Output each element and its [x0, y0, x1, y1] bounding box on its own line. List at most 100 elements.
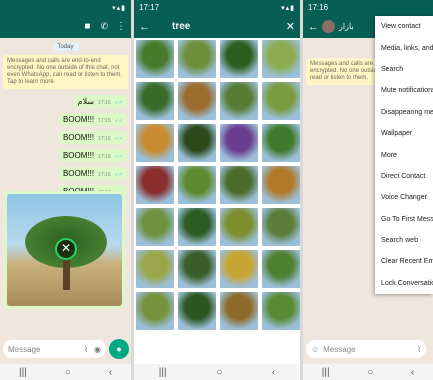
- tree-image-thumbnail[interactable]: [220, 166, 258, 204]
- message-bubble[interactable]: BOOM!!!17:16✓✓: [58, 149, 127, 162]
- menu-item[interactable]: Search: [375, 59, 433, 80]
- tree-image-thumbnail[interactable]: [178, 40, 216, 78]
- read-receipt-icon: ✓✓: [114, 154, 123, 160]
- close-icon[interactable]: ✕: [286, 20, 295, 33]
- video-call-icon[interactable]: ■: [84, 21, 90, 32]
- tree-image-thumbnail[interactable]: [220, 250, 258, 288]
- message-bubble[interactable]: سلام 17:15 ✓✓: [73, 95, 127, 108]
- emoji-icon[interactable]: ☺: [311, 345, 319, 354]
- image-message[interactable]: ✕: [4, 191, 125, 309]
- chat-screen: ▾▴▮ ■ ✆ ⋮ Today Messages and calls are e…: [0, 0, 131, 380]
- menu-item[interactable]: Lock Conversation: [375, 273, 433, 294]
- tree-image-thumbnail[interactable]: [136, 166, 174, 204]
- paperclip-icon[interactable]: ⌇: [417, 345, 421, 354]
- message-list: سلام 17:15 ✓✓ BOOM!!! 17:15 ✓✓ BOOM!!! 17:16 ✓✓ B…: [0, 95, 131, 198]
- tree-image-thumbnail[interactable]: [178, 208, 216, 246]
- compose-input[interactable]: Message: [8, 345, 40, 354]
- tree-image-thumbnail[interactable]: [262, 82, 300, 120]
- nav-recents-icon[interactable]: |||: [19, 367, 27, 378]
- nav-home-icon[interactable]: ○: [65, 367, 71, 378]
- nav-bar: ||| ○ ‹: [303, 364, 433, 380]
- encryption-notice[interactable]: Messages and calls are end-to-end encryp…: [3, 55, 128, 89]
- nav-back-icon[interactable]: ‹: [272, 367, 275, 378]
- tree-image-thumbnail[interactable]: [136, 124, 174, 162]
- status-bar: ▾▴▮: [0, 0, 131, 15]
- tree-image-thumbnail[interactable]: [220, 82, 258, 120]
- tree-image-thumbnail[interactable]: [262, 250, 300, 288]
- message-bubble[interactable]: BOOM!!!17:16✓✓: [58, 131, 127, 144]
- menu-item[interactable]: Search web: [375, 230, 433, 251]
- tree-image-thumbnail[interactable]: [262, 124, 300, 162]
- menu-item[interactable]: Clear Recent Emojis: [375, 251, 433, 272]
- message-text: BOOM!!!: [62, 151, 95, 160]
- compose-bar[interactable]: Message ⌇ ◉: [3, 340, 106, 358]
- menu-item[interactable]: View contact: [375, 16, 433, 37]
- menu-item[interactable]: More: [375, 144, 433, 165]
- menu-item[interactable]: Wallpaper: [375, 123, 433, 144]
- compose-input[interactable]: Message: [323, 345, 355, 354]
- tree-image-thumbnail[interactable]: [136, 40, 174, 78]
- image-results-grid: [134, 38, 300, 330]
- message-bubble[interactable]: BOOM!!!17:16✓✓: [58, 167, 127, 180]
- menu-item[interactable]: Mute notifications: [375, 80, 433, 101]
- tree-image-thumbnail[interactable]: [220, 124, 258, 162]
- message-time: 17:15: [98, 118, 111, 124]
- more-vertical-icon[interactable]: ⋮: [116, 21, 126, 32]
- menu-item[interactable]: Voice Changer: [375, 187, 433, 208]
- tree-image-thumbnail[interactable]: [262, 166, 300, 204]
- read-receipt-icon: ✓✓: [114, 136, 123, 142]
- avatar[interactable]: [322, 20, 335, 33]
- contact-name[interactable]: بازار: [339, 22, 354, 31]
- tree-image-thumbnail[interactable]: [220, 208, 258, 246]
- tree-image-thumbnail[interactable]: [178, 166, 216, 204]
- date-label: Today: [52, 43, 79, 51]
- tree-image-thumbnail[interactable]: [178, 292, 216, 330]
- mic-icon[interactable]: ●: [109, 339, 129, 359]
- nav-home-icon[interactable]: ○: [367, 367, 373, 378]
- message-time: 17:16: [98, 136, 111, 142]
- tree-image-thumbnail[interactable]: [178, 82, 216, 120]
- arrow-left-icon[interactable]: ←: [139, 21, 150, 33]
- nav-home-icon[interactable]: ○: [216, 367, 222, 378]
- tree-image-thumbnail[interactable]: [136, 292, 174, 330]
- image-search-screen: 17:17 ▾▴▮ ← tree ✕ ||| ○ ‹: [134, 0, 300, 380]
- status-time: 17:17: [139, 3, 160, 12]
- message-time: 17:16: [98, 172, 111, 178]
- tree-image-thumbnail[interactable]: [220, 40, 258, 78]
- message-bubble[interactable]: BOOM!!! 17:15 ✓✓: [58, 113, 127, 126]
- menu-item[interactable]: Go To First Message: [375, 209, 433, 230]
- nav-back-icon[interactable]: ‹: [109, 367, 112, 378]
- cancel-upload-icon[interactable]: ✕: [55, 238, 77, 260]
- message-text: BOOM!!!: [62, 169, 95, 178]
- tree-image-thumbnail[interactable]: [262, 40, 300, 78]
- tree-image-thumbnail[interactable]: [136, 250, 174, 288]
- status-bar: 17:17 ▾▴▮: [134, 0, 300, 15]
- nav-recents-icon[interactable]: |||: [322, 367, 330, 378]
- arrow-left-icon[interactable]: ←: [308, 21, 319, 33]
- compose-bar[interactable]: ☺ Message ⌇: [306, 340, 426, 358]
- read-receipt-icon: ✓✓: [114, 172, 123, 178]
- tree-image-thumbnail[interactable]: [220, 292, 258, 330]
- nav-back-icon[interactable]: ‹: [411, 367, 414, 378]
- status-bar: 17:16: [303, 0, 433, 15]
- menu-item[interactable]: Disappearing messages: [375, 102, 433, 123]
- tree-image-thumbnail[interactable]: [136, 208, 174, 246]
- tree-image-thumbnail[interactable]: [178, 250, 216, 288]
- message-time: 17:15: [98, 100, 111, 106]
- menu-item[interactable]: Media, links, and docs: [375, 37, 433, 58]
- tree-image-thumbnail[interactable]: [136, 82, 174, 120]
- tree-image-thumbnail[interactable]: [262, 208, 300, 246]
- chat-header: ■ ✆ ⋮: [0, 15, 131, 38]
- paperclip-icon[interactable]: ⌇: [84, 345, 88, 354]
- status-icons: ▾▴▮: [112, 4, 126, 12]
- message-time: 17:16: [98, 154, 111, 160]
- phone-icon[interactable]: ✆: [100, 21, 108, 32]
- tree-image-thumbnail[interactable]: [178, 124, 216, 162]
- search-query[interactable]: tree: [172, 21, 190, 32]
- menu-item[interactable]: Direct Contact: [375, 166, 433, 187]
- nav-recents-icon[interactable]: |||: [159, 367, 167, 378]
- tree-photo[interactable]: ✕: [7, 194, 122, 306]
- tree-image-thumbnail[interactable]: [262, 292, 300, 330]
- message-text: BOOM!!!: [62, 133, 95, 142]
- camera-icon[interactable]: ◉: [94, 345, 101, 354]
